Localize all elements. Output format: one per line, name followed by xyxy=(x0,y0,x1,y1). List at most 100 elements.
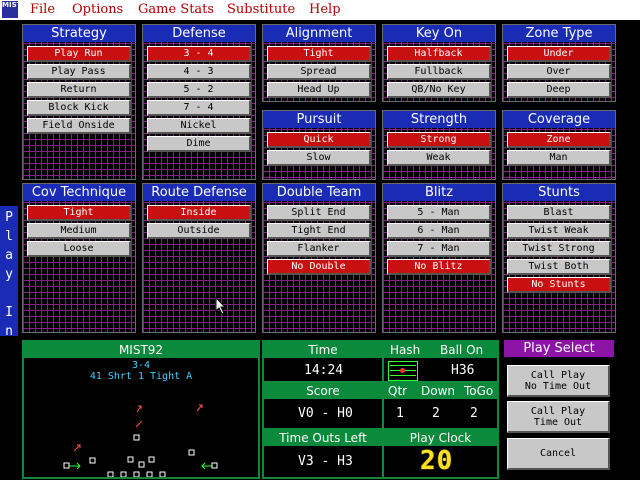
ball-on-value: H36 xyxy=(451,363,475,378)
option-button[interactable]: Play Pass xyxy=(27,64,131,80)
panel-blitz: Blitz 5 - Man 6 - Man 7 - Man No Blitz xyxy=(382,183,496,333)
option-button[interactable]: Twist Both xyxy=(507,259,611,275)
qtr-label: Qtr xyxy=(388,384,408,398)
option-button[interactable]: 7 - Man xyxy=(387,241,491,257)
app-logo-icon: MIST xyxy=(2,1,21,18)
hash-ball-header: Hash Ball On xyxy=(384,342,497,358)
menu-help[interactable]: Help xyxy=(309,2,341,17)
option-button[interactable]: Outside xyxy=(147,223,251,239)
option-button[interactable]: Twist Strong xyxy=(507,241,611,257)
play-in-letter: a xyxy=(5,248,13,263)
option-button[interactable]: 5 - 2 xyxy=(147,82,251,98)
menu-substitute[interactable]: Substitute xyxy=(227,2,295,17)
play-in-letter: I xyxy=(5,305,13,320)
option-button[interactable]: Zone xyxy=(507,132,611,148)
option-button[interactable]: 7 - 4 xyxy=(147,100,251,116)
call-play-timeout-line1: Call Play xyxy=(530,405,586,417)
call-play-timeout-line2: Time Out xyxy=(533,416,583,428)
call-play-no-timeout-line2: No Time Out xyxy=(524,380,592,392)
timeouts-label: Time Outs Left xyxy=(264,430,382,446)
option-button[interactable]: Play Run xyxy=(27,46,131,62)
option-button[interactable]: Field Onside xyxy=(27,118,131,134)
hash-label: Hash xyxy=(390,343,421,357)
panel-zone-type: Zone Type Under Over Deep xyxy=(502,24,616,102)
option-button[interactable]: Twist Weak xyxy=(507,223,611,239)
option-button[interactable]: Loose xyxy=(27,241,131,257)
play-clock-value: 20 xyxy=(420,446,454,476)
ball-icon xyxy=(400,368,405,373)
option-button[interactable]: Blast xyxy=(507,205,611,221)
game-clock: 14:24 xyxy=(304,363,344,378)
panel-cov-technique: Cov Technique Tight Medium Loose xyxy=(22,183,136,333)
panel-title: Key On xyxy=(383,25,495,42)
ball-on-label: Ball On xyxy=(440,343,484,357)
option-button[interactable]: Spread xyxy=(267,64,371,80)
option-button[interactable]: QB/No Key xyxy=(387,82,491,98)
panel-title: Coverage xyxy=(503,111,615,128)
menu-options[interactable]: Options xyxy=(72,2,123,17)
cancel-button[interactable]: Cancel xyxy=(507,438,610,470)
menu-bar: MIST File Options Game Stats Substitute … xyxy=(0,0,640,20)
panel-title: Route Defense xyxy=(143,184,255,201)
option-button[interactable]: Quick xyxy=(267,132,371,148)
option-button[interactable]: Halfback xyxy=(387,46,491,62)
option-button[interactable]: Nickel xyxy=(147,118,251,134)
play-clock-label: Play Clock xyxy=(384,430,497,446)
option-button[interactable]: Inside xyxy=(147,205,251,221)
option-button[interactable]: Head Up xyxy=(267,82,371,98)
play-in-text: Play In xyxy=(0,208,18,341)
play-in-letter: y xyxy=(5,267,13,282)
panel-title: Cov Technique xyxy=(23,184,135,201)
time-label: Time xyxy=(264,342,382,358)
panel-pursuit: Pursuit Quick Slow xyxy=(262,110,376,180)
play-in-letter: l xyxy=(5,229,13,244)
panel-strategy: Strategy Play Run Play Pass Return Block Kic… xyxy=(22,24,136,180)
play-select-title: Play Select xyxy=(504,340,614,357)
panel-stunts: Stunts Blast Twist Weak Twist Strong Twist B… xyxy=(502,183,616,333)
offense-play-name: 41 Shrt 1 Tight A xyxy=(89,371,193,382)
qtr-value: 1 xyxy=(396,406,404,421)
option-button[interactable]: Flanker xyxy=(267,241,371,257)
menu-file[interactable]: File xyxy=(30,2,55,17)
option-button[interactable]: Dime xyxy=(147,136,251,152)
option-button[interactable]: Fullback xyxy=(387,64,491,80)
option-button[interactable]: Return xyxy=(27,82,131,98)
call-play-no-timeout-button[interactable]: Call Play No Time Out xyxy=(507,365,610,397)
option-button[interactable]: 6 - Man xyxy=(387,223,491,239)
option-button[interactable]: 4 - 3 xyxy=(147,64,251,80)
option-button[interactable]: 3 - 4 xyxy=(147,46,251,62)
option-button[interactable]: No Double xyxy=(267,259,371,275)
menu-game-stats[interactable]: Game Stats xyxy=(138,2,214,17)
qtr-down-togo-header: Qtr Down ToGo xyxy=(384,383,497,399)
option-button[interactable]: Over xyxy=(507,64,611,80)
option-button[interactable]: Deep xyxy=(507,82,611,98)
panel-title: Zone Type xyxy=(503,25,615,42)
option-button[interactable]: Strong xyxy=(387,132,491,148)
panel-defense: Defense 3 - 4 4 - 3 5 - 2 7 - 4 Nickel Dime xyxy=(142,24,256,180)
panel-title: Pursuit xyxy=(263,111,375,128)
panel-key-on: Key On Halfback Fullback QB/No Key xyxy=(382,24,496,102)
receiver-routes xyxy=(69,462,212,470)
option-button[interactable]: Slow xyxy=(267,150,371,166)
option-button[interactable]: Man xyxy=(507,150,611,166)
option-button[interactable]: Weak xyxy=(387,150,491,166)
call-play-timeout-button[interactable]: Call Play Time Out xyxy=(507,401,610,433)
option-button[interactable]: Tight xyxy=(27,205,131,221)
option-button[interactable]: Block Kick xyxy=(27,100,131,116)
option-button[interactable]: Split End xyxy=(267,205,371,221)
formation-title: MIST92 xyxy=(24,342,258,358)
option-button[interactable]: Tight End xyxy=(267,223,371,239)
down-label: Down xyxy=(421,384,456,398)
panel-title: Strategy xyxy=(23,25,135,42)
option-button[interactable]: Medium xyxy=(27,223,131,239)
option-button[interactable]: Under xyxy=(507,46,611,62)
option-button[interactable]: No Stunts xyxy=(507,277,611,293)
option-button[interactable]: Tight xyxy=(267,46,371,62)
play-in-letter: n xyxy=(5,324,13,339)
option-button[interactable]: 5 - Man xyxy=(387,205,491,221)
down-value: 2 xyxy=(432,406,440,421)
panel-route-defense: Route Defense Inside Outside xyxy=(142,183,256,333)
formation-players xyxy=(63,404,218,477)
panel-title: Blitz xyxy=(383,184,495,201)
option-button[interactable]: No Blitz xyxy=(387,259,491,275)
